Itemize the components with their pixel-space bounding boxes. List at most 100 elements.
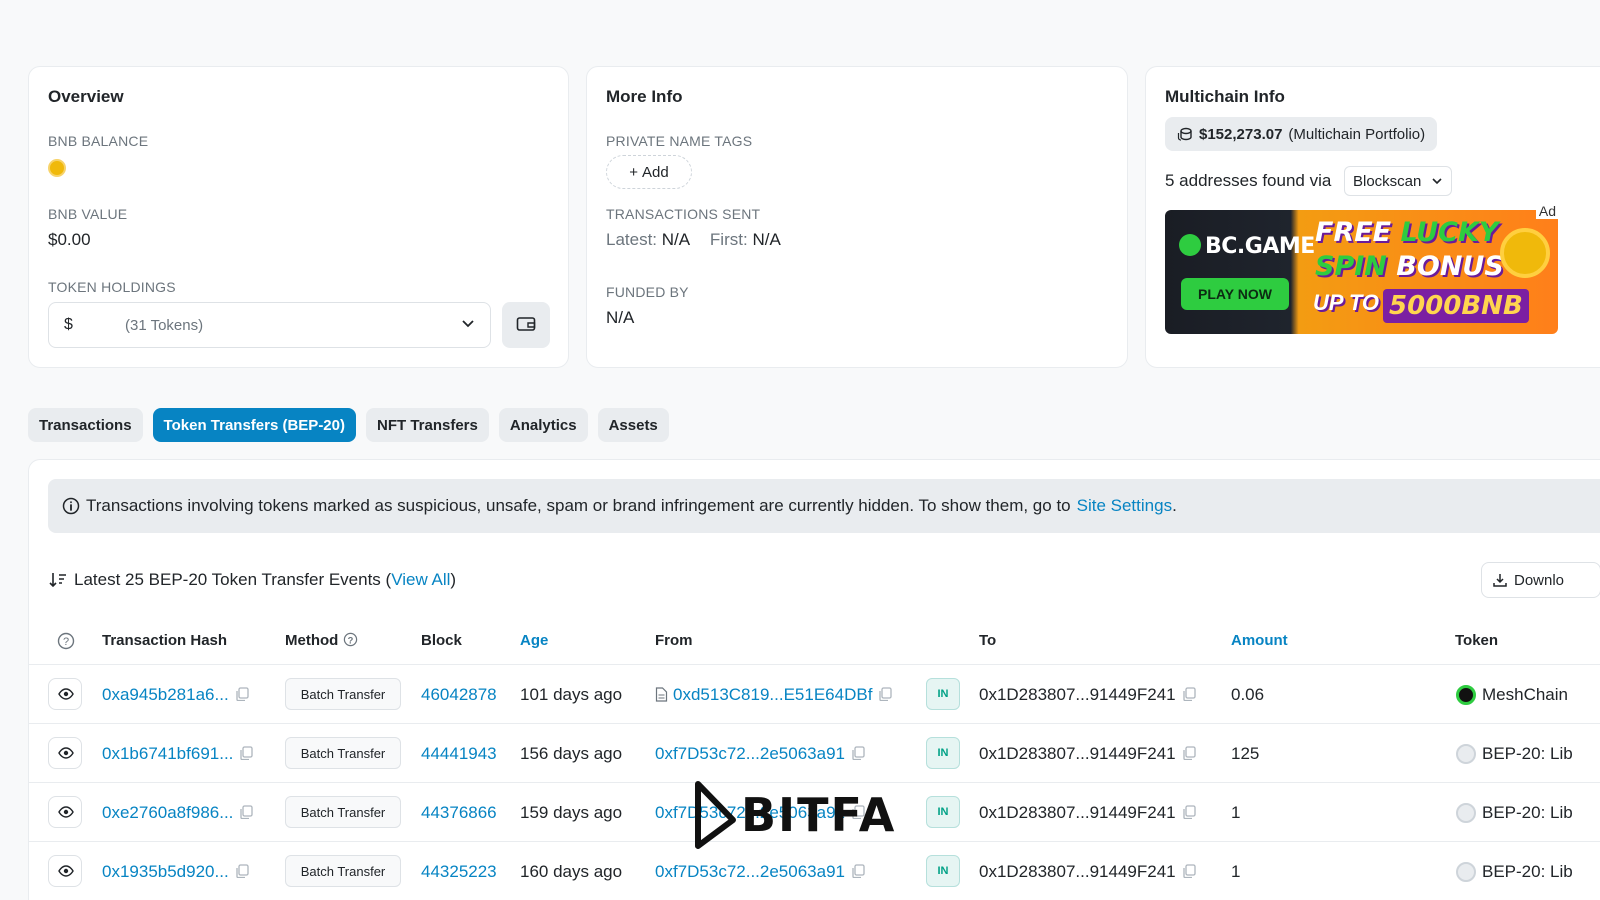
copy-icon[interactable] <box>1182 805 1196 819</box>
token-holdings-dropdown[interactable]: $ (31 Tokens) <box>48 302 491 348</box>
portfolio-value: $152,273.07 <box>1199 125 1283 143</box>
latest-label: Latest: <box>606 230 658 249</box>
hidden-tokens-notice: Transactions involving tokens marked as … <box>48 479 1600 533</box>
eye-icon <box>58 806 74 818</box>
private-name-tags-label: PRIVATE NAME TAGS <box>606 133 753 149</box>
download-button[interactable]: Downlo <box>1481 562 1600 598</box>
view-details-button[interactable] <box>48 678 82 710</box>
method-badge: Batch Transfer <box>285 855 401 887</box>
blockscan-dropdown[interactable]: Blockscan <box>1344 166 1452 196</box>
method-badge: Batch Transfer <box>285 796 401 828</box>
block-link[interactable]: 46042878 <box>421 685 497 705</box>
copy-icon[interactable] <box>239 805 254 819</box>
eye-icon <box>58 747 74 759</box>
plus-icon: + <box>629 163 639 181</box>
watermark-text: BITFA <box>741 788 897 842</box>
bnb-coin-icon <box>48 159 66 177</box>
overview-title: Overview <box>48 87 124 106</box>
ad-banner[interactable]: BC.GAME PLAY NOW FREE LUCKY SPIN BONUS U… <box>1165 210 1558 334</box>
latest-text: Latest 25 BEP-20 Token Transfer Events ( <box>74 570 392 589</box>
to-address: 0x1D283807...91449F241 <box>979 685 1196 705</box>
col-token: Token <box>1455 632 1499 649</box>
amount-value: 125 <box>1231 744 1260 763</box>
token-name-link[interactable]: BEP-20: Lib <box>1482 862 1573 882</box>
copy-icon[interactable] <box>235 864 249 878</box>
table-row: 0x1b6741bf691... Batch Transfer 44441943 15… <box>29 724 1600 783</box>
copy-icon[interactable] <box>239 746 254 760</box>
copy-icon[interactable] <box>1182 864 1196 878</box>
block-link[interactable]: 44441943 <box>421 744 497 764</box>
col-amount[interactable]: Amount <box>1231 632 1288 649</box>
tab-assets[interactable]: Assets <box>597 408 669 442</box>
tx-hash-link[interactable]: 0xe2760a8f986... <box>102 803 254 823</box>
first-value: N/A <box>752 230 781 249</box>
wallet-button[interactable] <box>502 302 550 348</box>
block-link[interactable]: 44325223 <box>421 862 497 882</box>
funded-by-value: N/A <box>606 308 635 327</box>
add-label: Add <box>642 163 669 181</box>
watermark: BITFA <box>693 780 896 850</box>
col-age[interactable]: Age <box>520 632 548 649</box>
token-name-link[interactable]: MeshChain <box>1482 685 1568 705</box>
info-icon <box>62 497 80 515</box>
ad-amount: 5000BNB <box>1383 289 1529 323</box>
latest-events-heading: Latest 25 BEP-20 Token Transfer Events (… <box>48 570 456 590</box>
download-label: Downlo <box>1514 571 1565 589</box>
block-link[interactable]: 44376866 <box>421 803 497 823</box>
transactions-sent-label: TRANSACTIONS SENT <box>606 206 761 222</box>
to-address: 0x1D283807...91449F241 <box>979 744 1196 764</box>
direction-badge: IN <box>926 796 960 828</box>
tab-analytics[interactable]: Analytics <box>498 408 588 442</box>
multichain-portfolio-link[interactable]: $152,273.07 (Multichain Portfolio) <box>1165 117 1438 151</box>
first-label: First: <box>709 230 748 249</box>
from-address-link[interactable]: 0xf7D53c72...2e5063a91 <box>655 744 865 764</box>
wallet-icon <box>516 317 536 331</box>
token-name-link[interactable]: BEP-20: Lib <box>1482 744 1573 764</box>
tx-hash-link[interactable]: 0x1b6741bf691... <box>102 744 254 764</box>
ad-play-now-button[interactable]: PLAY NOW <box>1181 278 1289 310</box>
bcgame-logo-icon <box>1179 234 1201 256</box>
chevron-down-icon <box>462 320 474 328</box>
direction-badge: IN <box>926 737 960 769</box>
help-icon[interactable]: ? <box>57 632 75 650</box>
view-details-button[interactable] <box>48 796 82 828</box>
age-value: 159 days ago <box>520 803 623 822</box>
col-from: From <box>655 632 693 649</box>
play-logo-icon <box>695 781 736 849</box>
ad-brand: BC.GAME <box>1179 234 1315 259</box>
direction-badge: IN <box>926 678 960 710</box>
view-all-link[interactable]: View All <box>391 570 450 589</box>
tab-token-transfers[interactable]: Token Transfers (BEP-20) <box>152 408 356 442</box>
svg-text:?: ? <box>63 636 69 648</box>
copy-icon[interactable] <box>851 746 865 760</box>
copy-icon[interactable] <box>1182 746 1196 760</box>
contract-file-icon <box>655 687 668 702</box>
ad-badge: Ad <box>1535 203 1559 219</box>
copy-icon[interactable] <box>878 687 893 701</box>
ad-upto: UP TO <box>1313 290 1380 315</box>
token-holdings-label: TOKEN HOLDINGS <box>48 279 176 295</box>
addresses-found-text: 5 addresses found via <box>1165 171 1332 190</box>
site-settings-link[interactable]: Site Settings <box>1077 496 1172 516</box>
token-name-link[interactable]: BEP-20: Lib <box>1482 803 1573 823</box>
svg-text:?: ? <box>347 635 353 645</box>
view-details-button[interactable] <box>48 855 82 887</box>
help-icon[interactable]: ? <box>343 632 358 647</box>
copy-icon[interactable] <box>851 864 865 878</box>
tx-hash-link[interactable]: 0x1935b5d920... <box>102 862 249 882</box>
add-name-tag-button[interactable]: + Add <box>606 155 692 189</box>
download-icon <box>1493 574 1507 587</box>
from-address-link[interactable]: 0xf7D53c72...2e5063a91 <box>655 862 865 882</box>
copy-icon[interactable] <box>235 687 249 701</box>
bnb-coin-icon <box>1500 228 1550 278</box>
amount-value: 1 <box>1231 803 1241 822</box>
view-details-button[interactable] <box>48 737 82 769</box>
ad-promo-text: FREE LUCKY SPIN BONUS <box>1315 217 1504 282</box>
tab-transactions[interactable]: Transactions <box>28 408 143 442</box>
copy-icon[interactable] <box>1182 687 1196 701</box>
method-badge: Batch Transfer <box>285 737 401 769</box>
tx-hash-link[interactable]: 0xa945b281a6... <box>102 685 249 705</box>
col-transaction-hash: Transaction Hash <box>102 632 228 649</box>
tab-nft-transfers[interactable]: NFT Transfers <box>366 408 489 442</box>
from-address-link[interactable]: 0xd513C819...E51E64DBf <box>655 685 893 705</box>
